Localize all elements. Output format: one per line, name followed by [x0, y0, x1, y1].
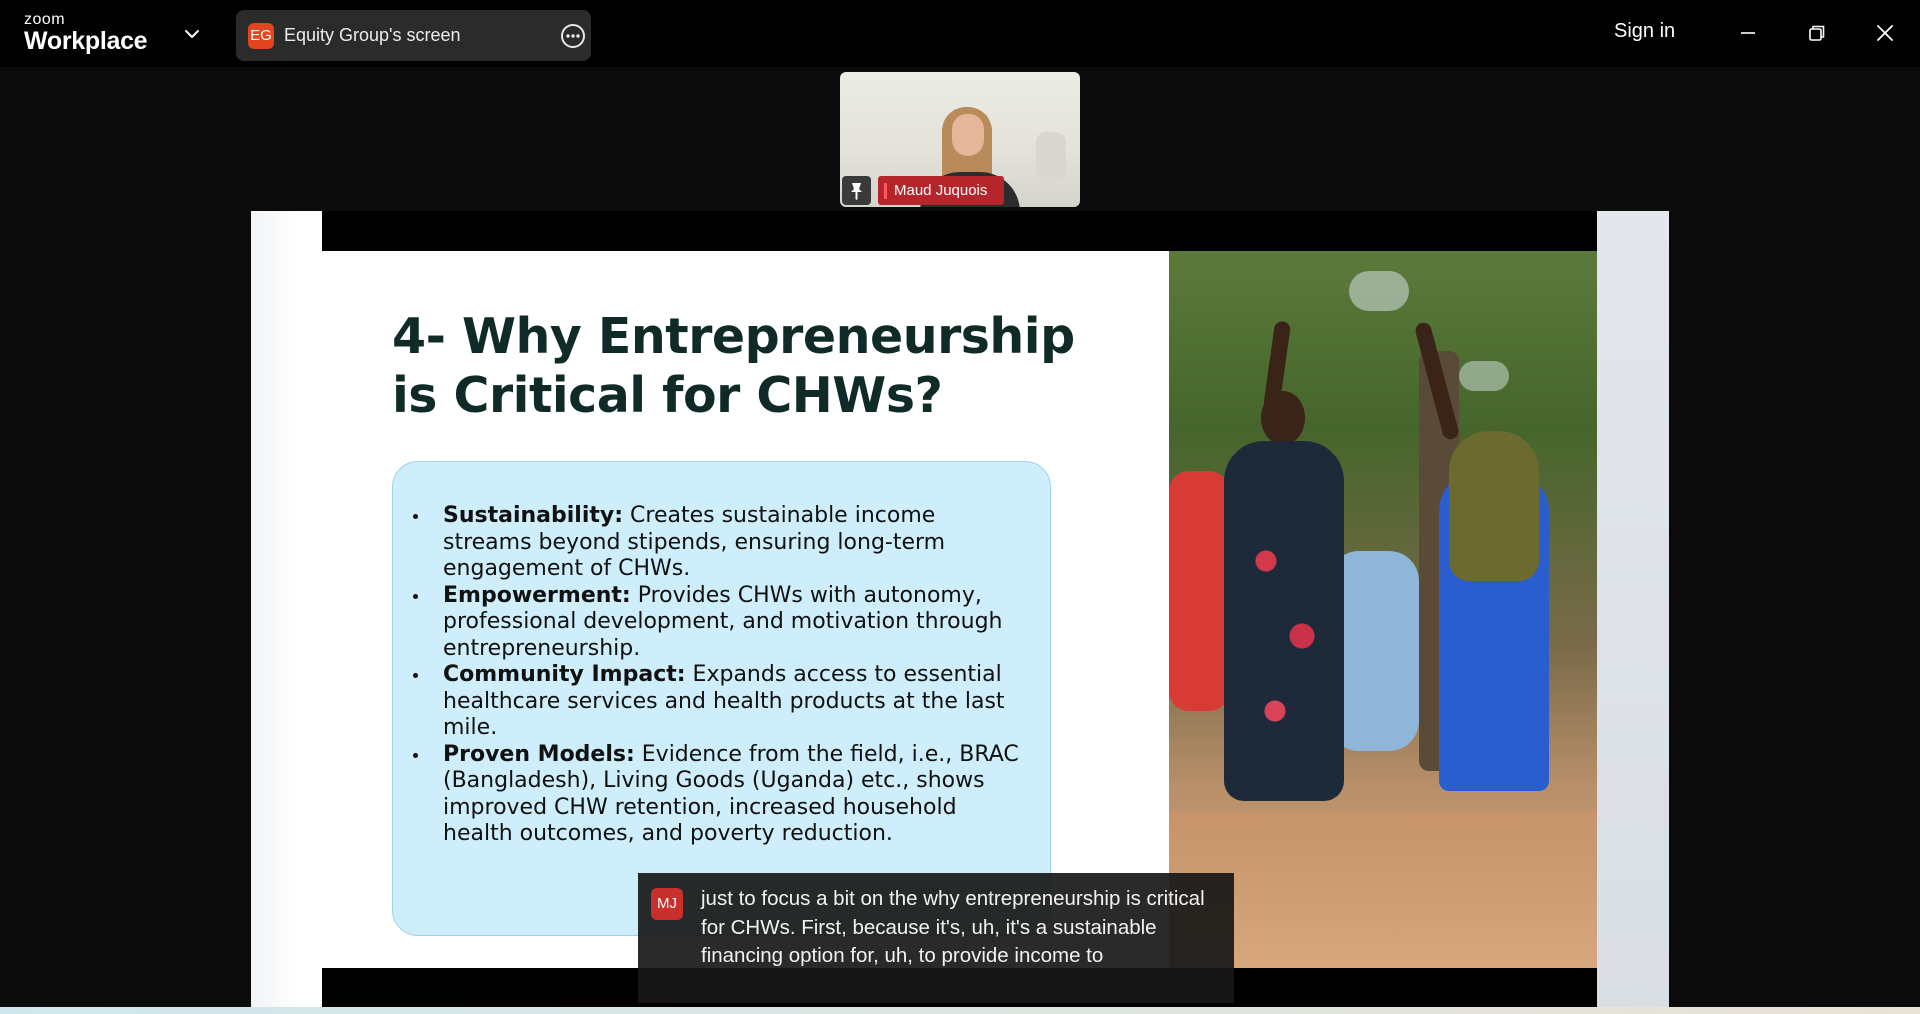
slide-title: 4- Why Entrepreneurship is Critical for …: [392, 307, 1092, 425]
bullet-heading: Proven Models:: [443, 741, 635, 767]
presentation-slide: 4- Why Entrepreneurship is Critical for …: [322, 251, 1597, 968]
photo-dress-pattern: [1239, 511, 1329, 761]
video-participant-face: [952, 114, 984, 156]
screen-share-indicator[interactable]: EG Equity Group's screen: [236, 10, 591, 61]
photo-person-head: [1261, 391, 1305, 445]
bullet-heading: Sustainability:: [443, 503, 624, 528]
chevron-down-icon[interactable]: [182, 24, 202, 44]
slide-content-box: Sustainability: Creates sustainable inco…: [392, 461, 1051, 936]
bullet-item: Community Impact: Expands access to esse…: [413, 662, 1023, 742]
zoom-workplace-logo: zoom Workplace: [24, 11, 148, 55]
bullet-item: Proven Models: Evidence from the field, …: [413, 742, 1023, 848]
photo-person: [1169, 471, 1229, 711]
bottom-edge-strip: [0, 1007, 1920, 1014]
close-icon[interactable]: [1870, 18, 1900, 48]
share-avatar-badge: EG: [248, 23, 274, 49]
shared-screen-right-margin: [1597, 211, 1669, 1007]
bullet-heading: Empowerment:: [443, 582, 631, 608]
slide-title-line-1: 4- Why Entrepreneurship: [392, 308, 1075, 365]
bullet-dot: [413, 514, 418, 519]
video-background-object: [1036, 132, 1066, 182]
pin-icon[interactable]: [842, 176, 871, 205]
zoom-window: zoom Workplace EG Equity Group's screen …: [0, 0, 1920, 1014]
live-caption: MJ just to focus a bit on the why entrep…: [638, 873, 1234, 1003]
bullet-dot: [413, 752, 418, 758]
photo-sky-patch: [1459, 361, 1509, 391]
share-label: Equity Group's screen: [284, 25, 461, 45]
sign-in-button[interactable]: Sign in: [1614, 20, 1675, 43]
bullet-item: Empowerment: Provides CHWs with autonomy…: [413, 583, 1023, 663]
restore-icon[interactable]: [1802, 18, 1832, 48]
bullet-heading: Community Impact:: [443, 662, 686, 687]
logo-workplace-text: Workplace: [24, 27, 148, 55]
minimize-icon[interactable]: [1733, 18, 1763, 48]
participant-name-tag: Maud Juquois: [878, 176, 1005, 205]
slide-photo: [1169, 251, 1597, 968]
bullet-item: Sustainability: Creates sustainable inco…: [413, 503, 1023, 583]
bullet-list: Sustainability: Creates sustainable inco…: [413, 503, 1023, 848]
caption-text: just to focus a bit on the why entrepren…: [701, 887, 1205, 967]
bullet-dot: [413, 673, 418, 678]
more-options-icon[interactable]: [560, 23, 586, 49]
photo-person-scarf: [1449, 431, 1539, 581]
title-bar: zoom Workplace EG Equity Group's screen …: [0, 0, 1920, 67]
photo-sky-patch: [1349, 271, 1409, 311]
bullet-dot: [413, 593, 418, 599]
participant-video-thumbnail[interactable]: Maud Juquois: [840, 72, 1080, 207]
slide-title-line-2: is Critical for CHWs?: [392, 367, 943, 424]
logo-zoom-text: zoom: [24, 11, 66, 28]
caption-speaker-avatar: MJ: [651, 888, 683, 920]
slide-letterbox-top: [322, 211, 1597, 251]
